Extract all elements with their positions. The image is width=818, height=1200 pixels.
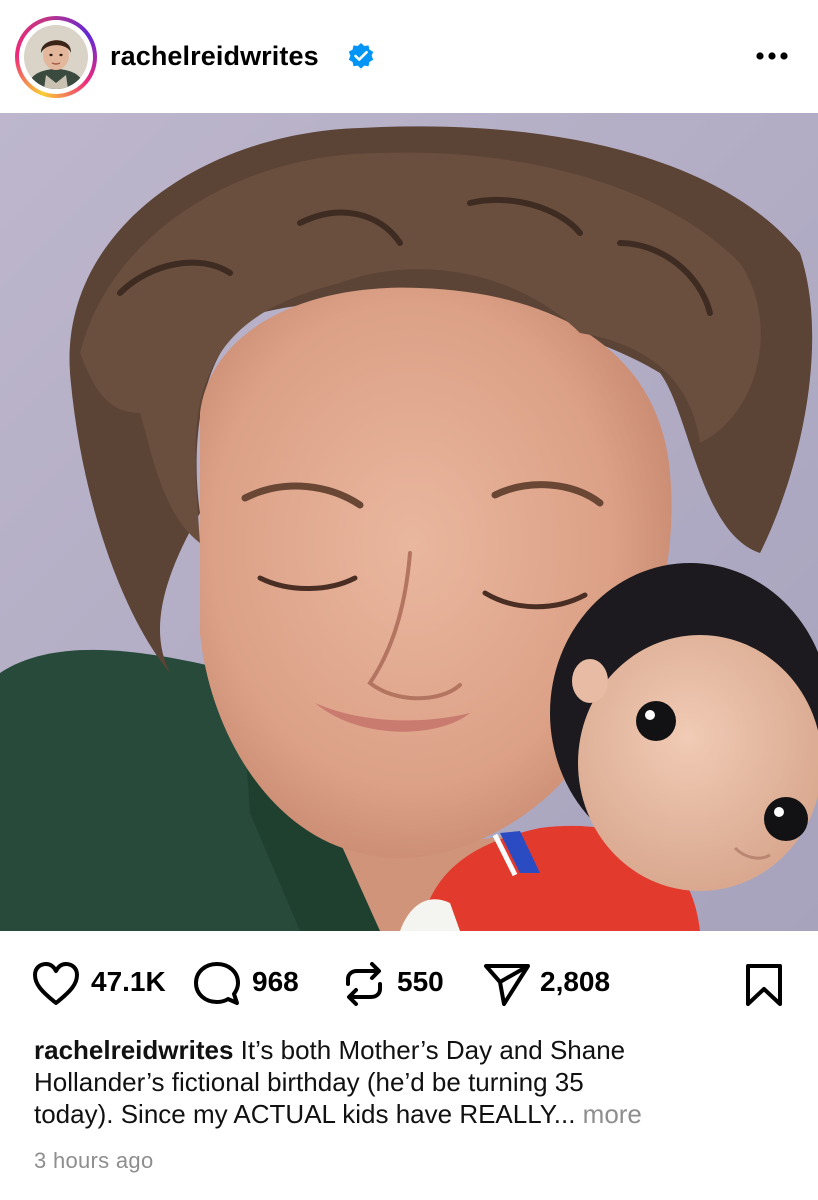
avatar[interactable]: [24, 25, 88, 89]
bookmark-icon[interactable]: [744, 962, 784, 1008]
post-username[interactable]: rachelreidwrites: [110, 40, 319, 72]
post-header: rachelreidwrites: [0, 0, 818, 113]
share-icon[interactable]: [482, 961, 532, 1007]
caption-line: today). Since my ACTUAL kids have REALLY…: [34, 1099, 583, 1129]
more-options-icon[interactable]: [752, 38, 792, 74]
more-link[interactable]: more: [583, 1099, 642, 1129]
post-image[interactable]: [0, 113, 818, 931]
caption-username[interactable]: rachelreidwrites: [34, 1035, 233, 1065]
post-caption: rachelreidwrites It’s both Mother’s Day …: [34, 1034, 794, 1130]
likes-count[interactable]: 47.1K: [91, 965, 166, 999]
repost-icon[interactable]: [340, 960, 388, 1008]
verified-badge-icon: [348, 43, 374, 69]
reposts-count[interactable]: 550: [397, 965, 444, 999]
heart-icon[interactable]: [31, 961, 81, 1007]
comments-count[interactable]: 968: [252, 965, 299, 999]
caption-line: It’s both Mother’s Day and Shane: [233, 1035, 626, 1065]
shares-count[interactable]: 2,808: [540, 965, 610, 999]
story-ring[interactable]: [15, 16, 97, 98]
caption-line: Hollander’s fictional birthday (he’d be …: [34, 1067, 584, 1097]
comment-icon[interactable]: [193, 960, 241, 1008]
post-timestamp: 3 hours ago: [34, 1148, 154, 1173]
